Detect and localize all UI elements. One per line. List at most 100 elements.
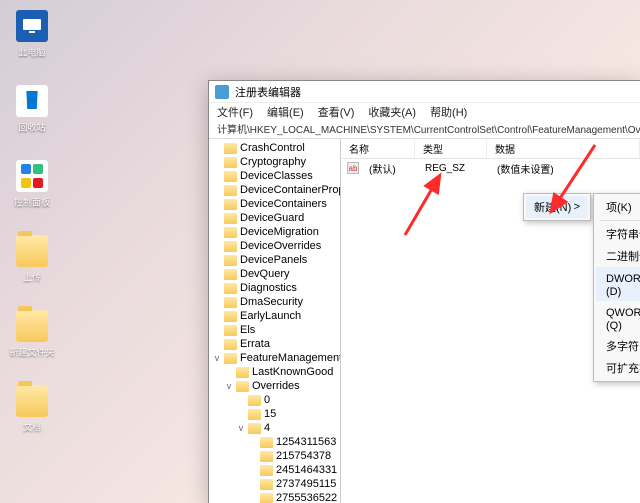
tree-item[interactable]: v FeatureManagement xyxy=(209,351,340,365)
folder-icon xyxy=(260,465,273,476)
folder-icon xyxy=(224,213,237,224)
cell-type: REG_SZ xyxy=(417,163,489,174)
pc-icon xyxy=(16,10,48,42)
ctx-item[interactable]: 字符串值(S) xyxy=(596,223,640,245)
folder-icon xyxy=(224,241,237,252)
folder-icon xyxy=(248,409,261,420)
tree-label: DeviceOverrides xyxy=(240,240,321,252)
icon-label: 新建文件夹 xyxy=(10,345,55,359)
tree-label: DmaSecurity xyxy=(240,296,303,308)
desktop-icon-folder1[interactable]: 上传 xyxy=(6,235,58,284)
tree-item[interactable]: DmaSecurity xyxy=(209,295,340,309)
folder-icon xyxy=(236,367,249,378)
tree-item[interactable]: Els xyxy=(209,323,340,337)
tree-item[interactable]: LastKnownGood xyxy=(209,365,340,379)
tree-item[interactable]: v4 xyxy=(209,421,340,435)
list-row[interactable]: ab(默认)REG_SZ(数值未设置) xyxy=(341,159,640,177)
tree-label: DeviceMigration xyxy=(240,226,319,238)
ctx-item[interactable]: 可扩充字符串值(E) xyxy=(596,357,640,379)
titlebar[interactable]: 注册表编辑器 xyxy=(209,81,640,103)
controlpanel-icon xyxy=(16,160,48,192)
icon-label: 上传 xyxy=(23,270,41,284)
tree-item[interactable]: DeviceContainers xyxy=(209,197,340,211)
menu-item[interactable]: 查看(V) xyxy=(318,104,355,120)
folder-icon xyxy=(260,437,273,448)
tree-item[interactable]: DeviceContainerPropertyUpd xyxy=(209,183,340,197)
icon-label: 控制面板 xyxy=(14,195,50,209)
folder-icon xyxy=(224,325,237,336)
menu-item[interactable]: 编辑(E) xyxy=(267,104,304,120)
folder-icon xyxy=(224,185,237,196)
tree-label: DeviceContainers xyxy=(240,198,327,210)
folder-icon xyxy=(260,493,273,503)
tree-item[interactable]: vOverrides xyxy=(209,379,340,393)
col-data[interactable]: 数据 xyxy=(487,139,640,158)
folder-icon xyxy=(224,339,237,350)
ctx-new[interactable]: 新建(N) > xyxy=(526,196,588,218)
tree-item[interactable]: Errata xyxy=(209,337,340,351)
tree-twisty-icon[interactable]: v xyxy=(213,353,221,363)
ctx-item[interactable]: DWORD (32 位)值(D) xyxy=(596,267,640,301)
tree-item[interactable]: CrashControl xyxy=(209,141,340,155)
tree-twisty-icon[interactable]: v xyxy=(225,381,233,391)
tree-label: Diagnostics xyxy=(240,282,297,294)
menu-item[interactable]: 文件(F) xyxy=(217,104,253,120)
folder-icon xyxy=(224,255,237,266)
tree-item[interactable]: DeviceClasses xyxy=(209,169,340,183)
col-type[interactable]: 类型 xyxy=(415,139,487,158)
ctx-item[interactable]: 项(K) xyxy=(596,196,640,218)
ctx-item[interactable]: QWORD (64 位)值(Q) xyxy=(596,301,640,335)
tree-item[interactable]: 1254311563 xyxy=(209,435,340,449)
folder-icon xyxy=(16,310,48,342)
tree-item[interactable]: 2737495115 xyxy=(209,477,340,491)
tree-item[interactable]: DevicePanels xyxy=(209,253,340,267)
tree-label: CrashControl xyxy=(240,142,305,154)
ctx-item[interactable]: 多字符串值(M) xyxy=(596,335,640,357)
tree-item[interactable]: Cryptography xyxy=(209,155,340,169)
context-menu-1: 新建(N) > xyxy=(523,193,591,221)
tree-item[interactable]: Diagnostics xyxy=(209,281,340,295)
tree-item[interactable]: 2755536522 xyxy=(209,491,340,503)
regedit-window: 注册表编辑器 文件(F) 编辑(E) 查看(V) 收藏夹(A) 帮助(H) 计算机\HK… xyxy=(208,80,640,503)
tree-item[interactable]: DeviceMigration xyxy=(209,225,340,239)
tree-item[interactable]: EarlyLaunch xyxy=(209,309,340,323)
desktop-icon-folder2[interactable]: 新建文件夹 xyxy=(6,310,58,359)
desktop-icon-controlpanel[interactable]: 控制面板 xyxy=(6,160,58,209)
list-pane[interactable]: 名称 类型 数据 ab(默认)REG_SZ(数值未设置) 新建(N) > 项(K… xyxy=(341,139,640,503)
desktop-icons: 此电脑回收站控制面板上传新建文件夹文档 xyxy=(6,10,58,434)
desktop-icon-recyclebin[interactable]: 回收站 xyxy=(6,85,58,134)
ctx-new-label: 新建(N) xyxy=(534,199,571,215)
tree-item[interactable]: DevQuery xyxy=(209,267,340,281)
tree-label: 215754378 xyxy=(276,450,331,462)
col-name[interactable]: 名称 xyxy=(341,139,415,158)
tree-item[interactable]: 0 xyxy=(209,393,340,407)
menu-item[interactable]: 帮助(H) xyxy=(430,104,467,120)
tree-item[interactable]: DeviceGuard xyxy=(209,211,340,225)
tree-pane[interactable]: CrashControlCryptographyDeviceClassesDev… xyxy=(209,139,341,503)
folder-icon xyxy=(224,227,237,238)
tree-item[interactable]: DeviceOverrides xyxy=(209,239,340,253)
menu-item[interactable]: 收藏夹(A) xyxy=(368,104,416,120)
folder-icon xyxy=(16,235,48,267)
tree-label: 2755536522 xyxy=(276,492,337,503)
desktop-icon-thispc[interactable]: 此电脑 xyxy=(6,10,58,59)
folder-icon xyxy=(224,283,237,294)
icon-label: 此电脑 xyxy=(19,45,46,59)
icon-label: 回收站 xyxy=(19,120,46,134)
tree-label: Els xyxy=(240,324,255,336)
tree-label: DevicePanels xyxy=(240,254,307,266)
tree-label: 2451464331 xyxy=(276,464,337,476)
tree-label: DeviceGuard xyxy=(240,212,304,224)
tree-label: LastKnownGood xyxy=(252,366,333,378)
folder-icon xyxy=(224,269,237,280)
tree-item[interactable]: 215754378 xyxy=(209,449,340,463)
tree-twisty-icon[interactable]: v xyxy=(237,423,245,433)
address-bar[interactable]: 计算机\HKEY_LOCAL_MACHINE\SYSTEM\CurrentCon… xyxy=(209,121,640,139)
tree-item[interactable]: 15 xyxy=(209,407,340,421)
desktop-icon-folder3[interactable]: 文档 xyxy=(6,385,58,434)
menu-separator xyxy=(600,220,640,221)
tree-label: FeatureManagement xyxy=(240,352,341,364)
ctx-item[interactable]: 二进制值(B) xyxy=(596,245,640,267)
cell-data: (数值未设置) xyxy=(489,161,562,176)
tree-item[interactable]: 2451464331 xyxy=(209,463,340,477)
